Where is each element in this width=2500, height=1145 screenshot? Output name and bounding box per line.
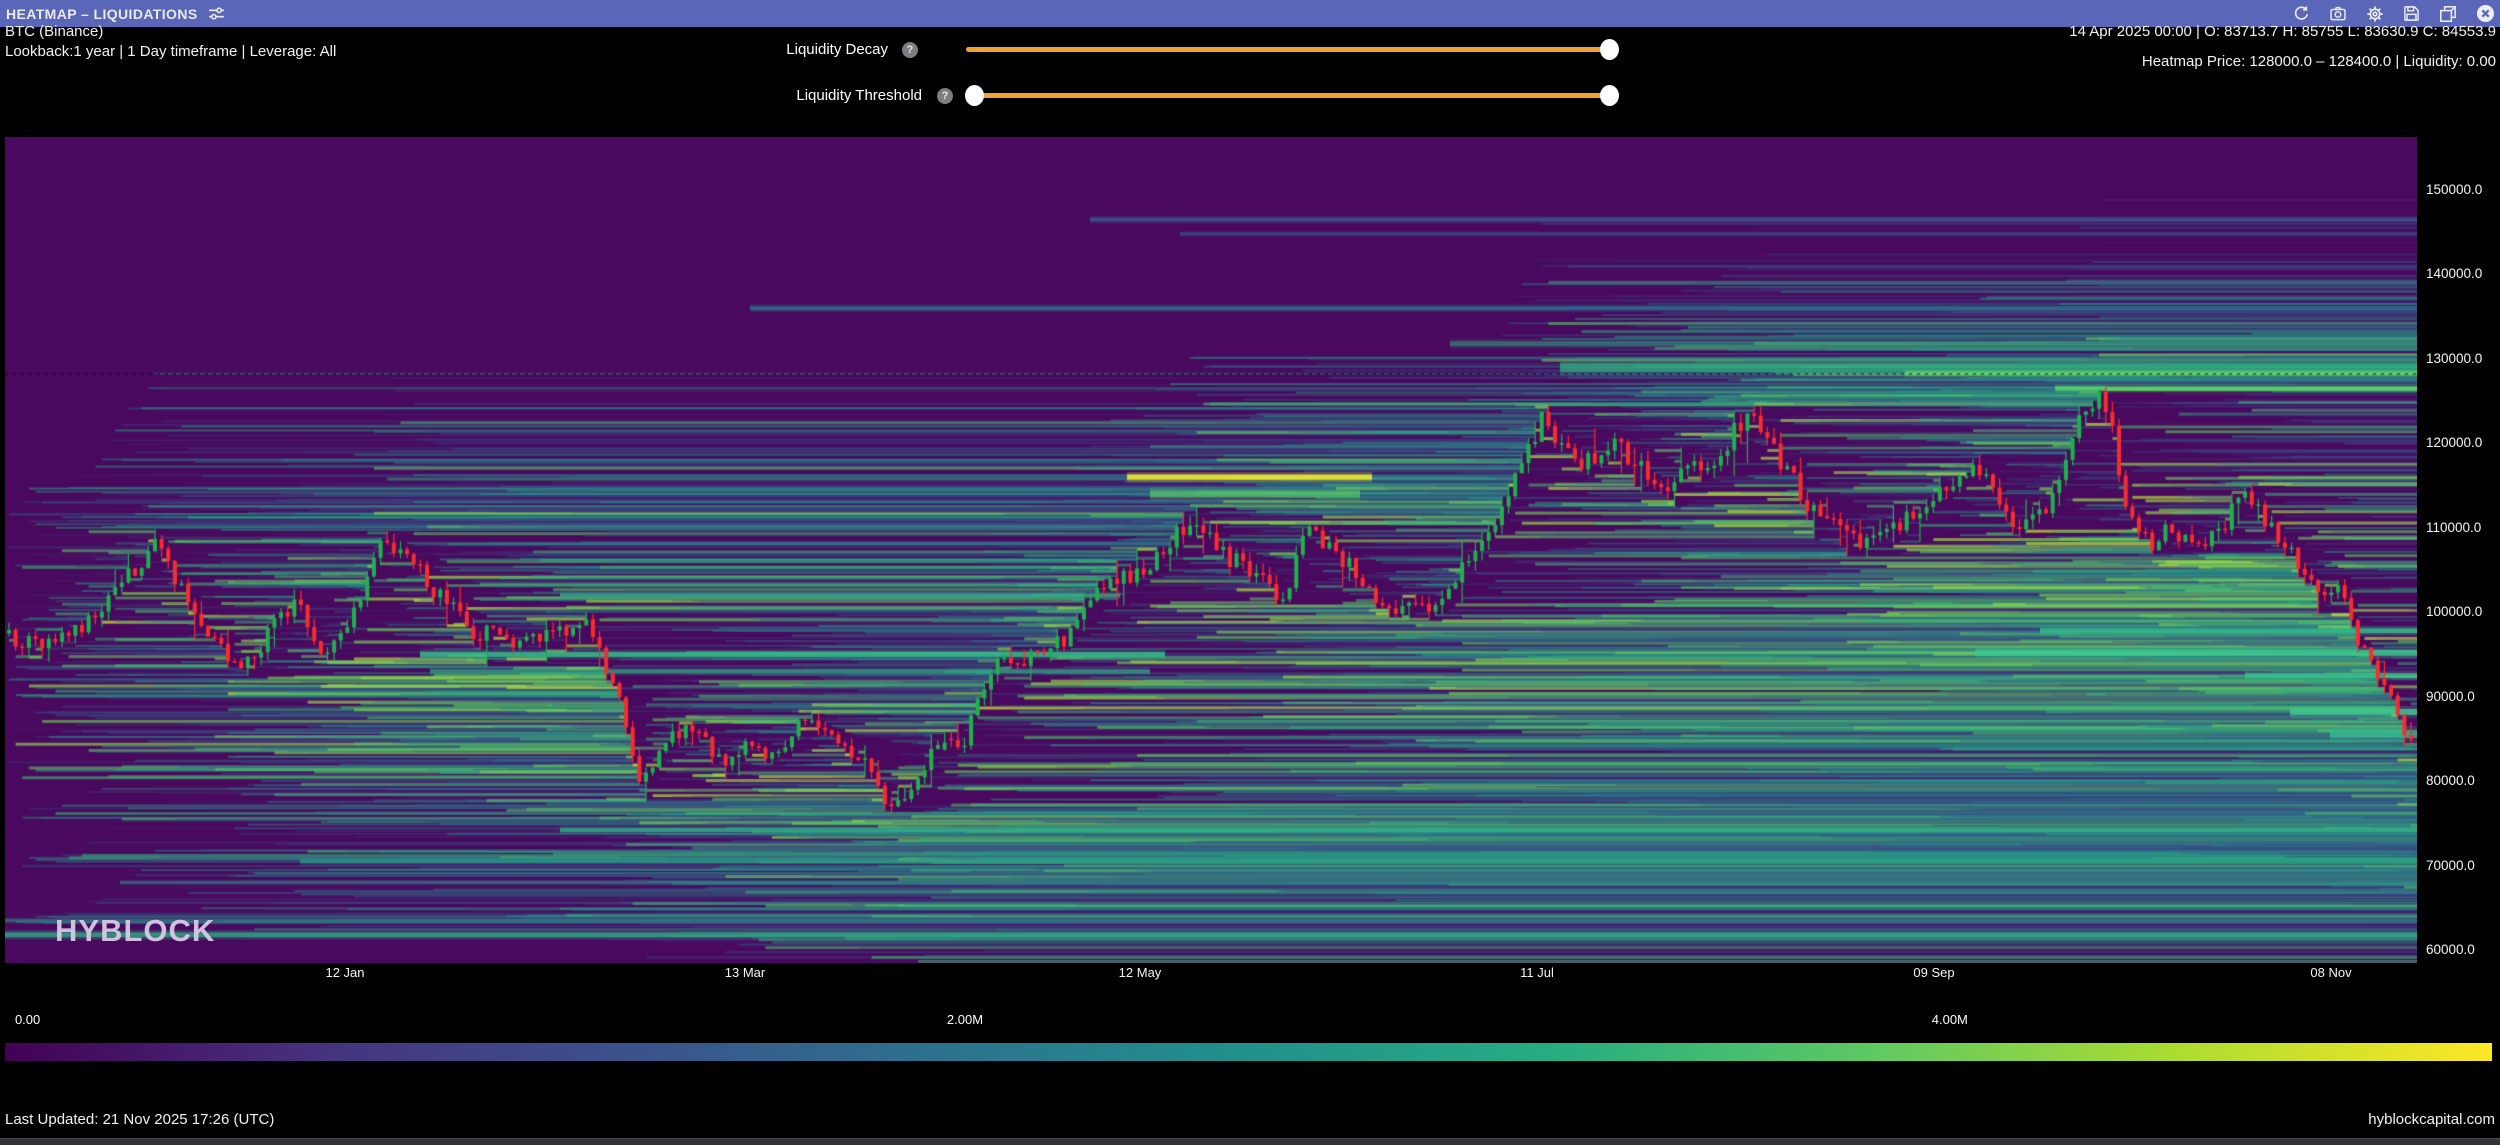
y-axis-tick: 90000.0	[2426, 689, 2475, 705]
liquidity-decay-label: Liquidity Decay	[666, 41, 888, 58]
last-updated-label: Last Updated: 21 Nov 2025 17:26 (UTC)	[5, 1111, 274, 1128]
y-axis-tick: 60000.0	[2426, 942, 2475, 958]
liquidity-decay-handle[interactable]	[1600, 39, 1619, 60]
y-axis-tick: 150000.0	[2426, 182, 2482, 198]
colorbar-tick: 0.00	[15, 1012, 40, 1027]
close-icon[interactable]	[2476, 4, 2495, 23]
colorbar-tick: 2.00M	[947, 1012, 983, 1027]
layers-icon[interactable]	[2439, 5, 2457, 23]
y-axis-tick: 130000.0	[2426, 351, 2482, 367]
heatmap-price-readout: Heatmap Price: 128000.0 – 128400.0 | Liq…	[2142, 52, 2496, 71]
site-label: hyblockcapital.com	[2368, 1111, 2495, 1128]
colorbar-tick: 4.00M	[1932, 1012, 1968, 1027]
camera-icon[interactable]	[2329, 5, 2347, 22]
liquidity-decay-slider[interactable]	[966, 47, 1612, 52]
y-axis-tick: 70000.0	[2426, 858, 2475, 874]
y-axis-tick: 100000.0	[2426, 604, 2482, 620]
symbol-label: BTC (Binance)	[5, 22, 103, 41]
y-axis-tick: 120000.0	[2426, 435, 2482, 451]
hyblock-watermark: HYBLOCK	[55, 913, 215, 949]
save-icon[interactable]	[2403, 5, 2420, 22]
liquidity-threshold-help-icon[interactable]: ?	[937, 88, 953, 104]
liquidity-threshold-handle-max[interactable]	[1600, 85, 1619, 106]
liquidity-threshold-label: Liquidity Threshold	[700, 87, 922, 104]
filter-sliders-icon[interactable]	[208, 5, 225, 22]
liquidity-decay-help-icon[interactable]: ?	[902, 42, 918, 58]
x-axis-tick: 08 Nov	[2310, 965, 2351, 980]
settings-icon[interactable]	[2366, 5, 2384, 23]
ohlc-readout: 14 Apr 2025 00:00 | O: 83713.7 H: 85755 …	[2069, 22, 2496, 41]
x-axis-tick: 11 Jul	[1520, 965, 1554, 980]
x-axis-tick: 12 Jan	[325, 965, 364, 980]
liquidity-colorbar	[5, 1043, 2492, 1061]
refresh-icon[interactable]	[2293, 5, 2310, 22]
y-axis-tick: 140000.0	[2426, 266, 2482, 282]
liquidity-threshold-handle-min[interactable]	[965, 85, 984, 106]
lookback-settings-label: Lookback:1 year | 1 Day timeframe | Leve…	[5, 42, 336, 61]
y-axis-tick: 80000.0	[2426, 773, 2475, 789]
x-axis-tick: 13 Mar	[725, 965, 765, 980]
y-axis-tick: 110000.0	[2426, 520, 2481, 536]
x-axis-tick: 09 Sep	[1913, 965, 1954, 980]
x-axis-tick: 12 May	[1119, 965, 1162, 980]
liquidation-heatmap-chart[interactable]	[5, 137, 2417, 963]
liquidity-threshold-slider[interactable]	[972, 93, 1612, 98]
page-title: HEATMAP – LIQUIDATIONS	[0, 6, 198, 22]
